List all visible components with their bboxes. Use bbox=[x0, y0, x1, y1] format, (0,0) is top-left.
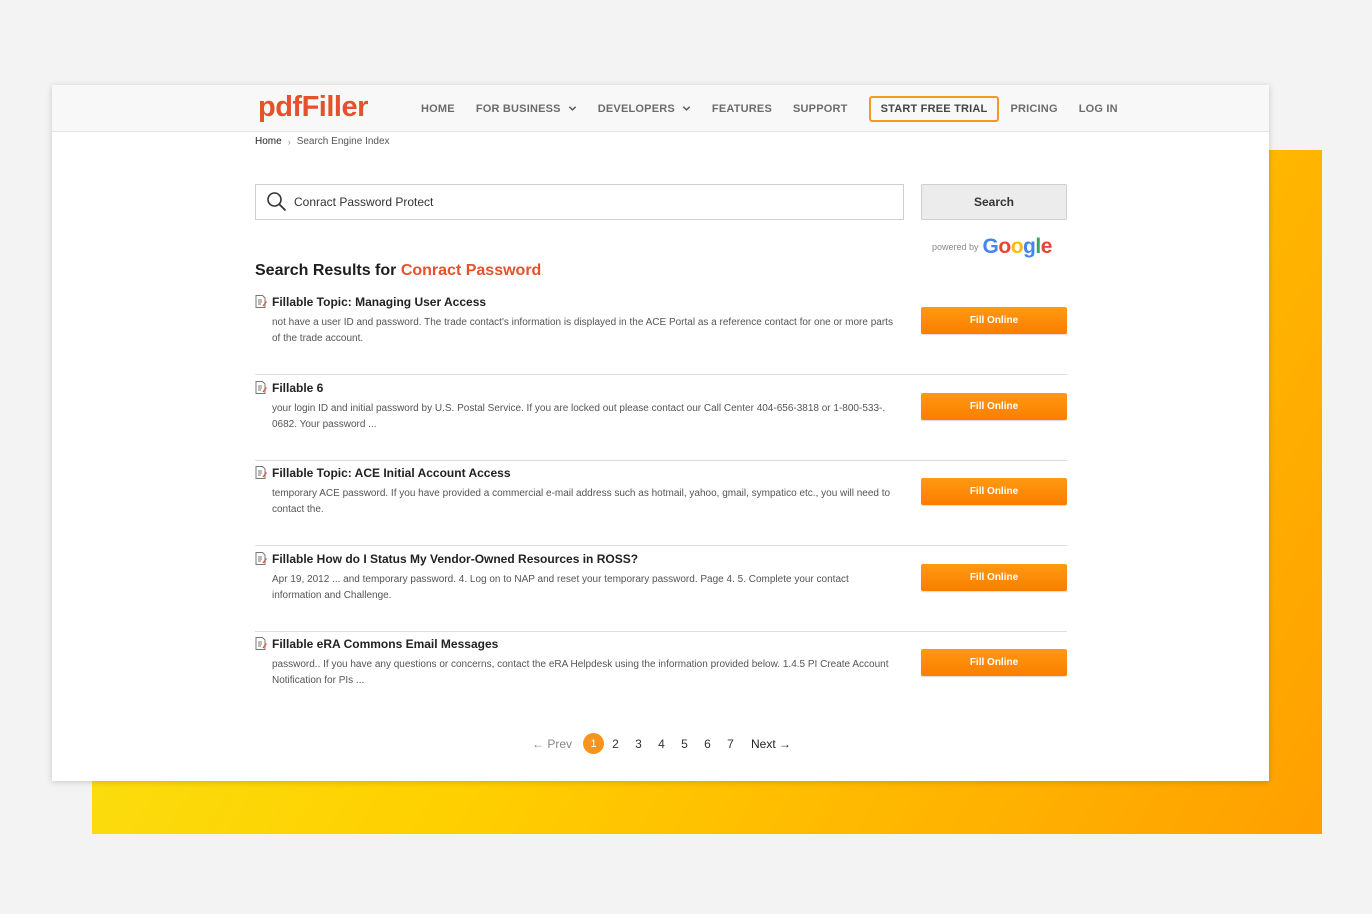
breadcrumb: Home › Search Engine Index bbox=[255, 136, 390, 147]
nav-login[interactable]: LOG IN bbox=[1079, 103, 1118, 115]
page-6[interactable]: 6 bbox=[696, 737, 719, 751]
breadcrumb-home[interactable]: Home bbox=[255, 136, 282, 147]
pagination: ← Prev 1 2 3 4 5 6 7 Next → bbox=[532, 733, 791, 754]
nav-pricing[interactable]: PRICING bbox=[1010, 103, 1057, 115]
result-item: Fillable Topic: ACE Initial Account Acce… bbox=[255, 460, 1067, 546]
fill-online-button[interactable]: Fill Online bbox=[921, 307, 1067, 334]
nav-developers[interactable]: DEVELOPERS bbox=[598, 103, 691, 115]
search-field[interactable] bbox=[255, 184, 904, 220]
result-item: Fillable eRA Commons Email Messages pass… bbox=[255, 631, 1067, 717]
nav-support[interactable]: SUPPORT bbox=[793, 103, 848, 115]
google-logo: Google bbox=[982, 235, 1053, 258]
results-heading: Search Results for Conract Password bbox=[255, 262, 541, 280]
search-input[interactable] bbox=[294, 195, 854, 209]
fill-online-button[interactable]: Fill Online bbox=[921, 393, 1067, 420]
results-heading-query: Conract Password bbox=[400, 262, 542, 279]
site-header: pdfFiller HOME FOR BUSINESS DEVELOPERS F… bbox=[52, 85, 1269, 132]
nav-developers-label: DEVELOPERS bbox=[597, 102, 675, 115]
document-edit-icon bbox=[255, 295, 267, 308]
document-edit-icon bbox=[255, 552, 267, 565]
result-title[interactable]: Fillable 6 bbox=[272, 381, 323, 395]
fill-online-button[interactable]: Fill Online bbox=[921, 478, 1067, 505]
page-7[interactable]: 7 bbox=[719, 737, 742, 751]
search-icon bbox=[267, 192, 287, 212]
nav-support-label: SUPPORT bbox=[793, 102, 848, 115]
result-item: Fillable How do I Status My Vendor-Owned… bbox=[255, 546, 1067, 632]
browser-window: pdfFiller HOME FOR BUSINESS DEVELOPERS F… bbox=[52, 85, 1269, 781]
main-nav: HOME FOR BUSINESS DEVELOPERS FEATURES SU… bbox=[421, 85, 1139, 132]
fill-online-button[interactable]: Fill Online bbox=[921, 649, 1067, 676]
document-edit-icon bbox=[255, 466, 267, 479]
result-title[interactable]: Fillable Topic: ACE Initial Account Acce… bbox=[272, 466, 511, 480]
results-heading-prefix: Search Results for bbox=[255, 262, 401, 279]
result-description: not have a user ID and password. The tra… bbox=[272, 317, 893, 344]
result-title[interactable]: Fillable How do I Status My Vendor-Owned… bbox=[272, 552, 638, 566]
result-description: temporary ACE password. If you have prov… bbox=[272, 488, 891, 515]
nav-home-label: HOME bbox=[421, 102, 455, 115]
result-item: Fillable 6 your login ID and initial pas… bbox=[255, 375, 1067, 461]
powered-by-google: powered by Google bbox=[932, 235, 1052, 259]
result-title[interactable]: Fillable eRA Commons Email Messages bbox=[272, 637, 498, 651]
result-item: Fillable Topic: Managing User Access not… bbox=[255, 289, 1067, 375]
result-title[interactable]: Fillable Topic: Managing User Access bbox=[272, 295, 486, 309]
pdffiller-logo[interactable]: pdfFiller bbox=[258, 91, 368, 124]
result-description: your login ID and initial password by U.… bbox=[272, 403, 886, 430]
page-5[interactable]: 5 bbox=[673, 737, 696, 751]
result-description: password.. If you have any questions or … bbox=[272, 659, 889, 686]
breadcrumb-current: Search Engine Index bbox=[296, 136, 390, 147]
chevron-down-icon bbox=[682, 106, 691, 111]
breadcrumb-separator: › bbox=[287, 136, 291, 147]
nav-for-business[interactable]: FOR BUSINESS bbox=[476, 103, 577, 115]
pagination-next[interactable]: Next → bbox=[751, 737, 791, 751]
chevron-down-icon bbox=[568, 106, 576, 111]
nav-for-business-label: FOR BUSINESS bbox=[475, 102, 561, 115]
pagination-prev[interactable]: ← Prev bbox=[532, 737, 572, 751]
page-4[interactable]: 4 bbox=[650, 737, 673, 751]
page-1[interactable]: 1 bbox=[583, 733, 605, 754]
result-description: Apr 19, 2012 ... and temporary password.… bbox=[272, 574, 849, 601]
fill-online-button[interactable]: Fill Online bbox=[921, 564, 1067, 591]
nav-features[interactable]: FEATURES bbox=[712, 103, 772, 115]
nav-features-label: FEATURES bbox=[711, 102, 772, 115]
start-free-trial-button[interactable]: START FREE TRIAL bbox=[868, 95, 1000, 122]
document-edit-icon bbox=[255, 381, 267, 394]
page-2[interactable]: 2 bbox=[604, 737, 627, 751]
powered-by-label: powered by bbox=[932, 242, 979, 252]
page-3[interactable]: 3 bbox=[627, 737, 650, 751]
document-edit-icon bbox=[255, 637, 267, 650]
search-button[interactable]: Search bbox=[921, 184, 1067, 220]
nav-home[interactable]: HOME bbox=[421, 103, 455, 115]
